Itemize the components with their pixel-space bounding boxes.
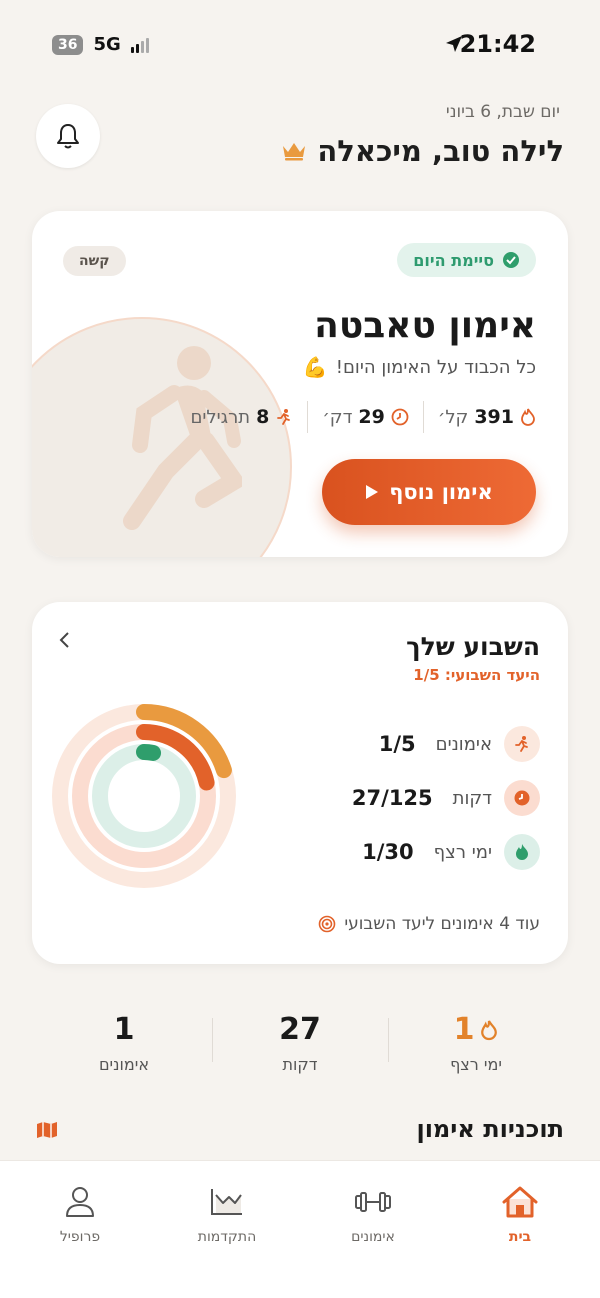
calories-value: 391 bbox=[474, 406, 514, 428]
summary-divider bbox=[388, 1018, 389, 1062]
status-time: 21:42 bbox=[459, 30, 536, 58]
weekly-row-label: דקות bbox=[452, 787, 492, 809]
date-label: יום שבת, 6 ביוני bbox=[445, 102, 560, 122]
summary-streak-value: 1 bbox=[453, 1012, 475, 1047]
home-icon bbox=[502, 1186, 538, 1218]
workout-subtitle-text: כל הכבוד על האימון היום! bbox=[335, 356, 536, 378]
stat-divider bbox=[307, 401, 309, 433]
flame-icon bbox=[481, 1019, 498, 1040]
exercises-stat: 8 תרגילים bbox=[176, 406, 307, 428]
chevron-left-icon[interactable] bbox=[58, 630, 72, 656]
nav-workouts[interactable]: אימונים bbox=[313, 1183, 433, 1245]
training-plans-title: תוכניות אימון bbox=[416, 1115, 564, 1143]
calories-stat: 391 קל׳ bbox=[424, 406, 536, 428]
duration-unit: דק׳ bbox=[322, 406, 353, 428]
today-workout-card: סיימת היום קשה אימון טאבטה כל הכבוד על ה… bbox=[32, 211, 568, 557]
play-icon bbox=[366, 485, 379, 499]
runner-icon bbox=[504, 726, 540, 762]
nav-home[interactable]: בית bbox=[460, 1183, 580, 1245]
clock-icon bbox=[504, 780, 540, 816]
summary-label: דקות bbox=[282, 1055, 318, 1074]
difficulty-badge: קשה bbox=[63, 246, 126, 276]
summary-streak: 1 ימי רצף bbox=[388, 1012, 564, 1074]
ring-track-streak bbox=[92, 744, 196, 848]
weekly-goal: היעד השבועי: 1/5 bbox=[413, 666, 540, 684]
weekly-footer-text: עוד 4 אימונים ליעד השבועי bbox=[344, 914, 540, 934]
flame-icon bbox=[504, 834, 540, 870]
status-bar-left: 36 5G bbox=[52, 34, 149, 55]
weekly-row-label: אימונים bbox=[435, 733, 492, 755]
weekly-row-value: 1/30 bbox=[362, 840, 414, 864]
nav-progress-label: התקדמות bbox=[197, 1229, 257, 1245]
weekly-row-minutes: דקות 27/125 bbox=[352, 780, 540, 816]
runner-illustration-icon bbox=[123, 346, 242, 530]
bell-icon bbox=[57, 124, 79, 149]
stat-divider bbox=[422, 401, 424, 433]
duration-stat: 29 דק׳ bbox=[308, 406, 423, 428]
battery-indicator: 36 bbox=[52, 34, 84, 55]
map-icon[interactable] bbox=[36, 1121, 58, 1139]
nav-home-label: בית bbox=[508, 1229, 532, 1245]
summary-workouts: 1 אימונים bbox=[36, 1012, 212, 1074]
summary-value: 1 bbox=[388, 1012, 564, 1047]
weekly-row-value: 1/5 bbox=[378, 732, 416, 756]
weekly-progress-card: השבוע שלך היעד השבועי: 1/5 אימונים 1/5 ד… bbox=[32, 602, 568, 964]
flexed-bicep-icon: 💪 bbox=[302, 355, 328, 379]
nav-profile[interactable]: פרופיל bbox=[20, 1183, 140, 1245]
summary-label: ימי רצף bbox=[450, 1055, 502, 1074]
weekly-title: השבוע שלך bbox=[406, 632, 540, 661]
crown-icon bbox=[283, 143, 306, 161]
notifications-button[interactable] bbox=[36, 104, 100, 168]
bottom-navigation: בית אימונים התקדמות פרופיל bbox=[0, 1160, 600, 1298]
flame-icon bbox=[521, 408, 535, 426]
summary-value: 27 bbox=[279, 1012, 321, 1047]
weekly-row-streak: ימי רצף 1/30 bbox=[362, 834, 540, 870]
verified-check-icon bbox=[503, 252, 519, 268]
workout-subtitle: כל הכבוד על האימון היום! 💪 bbox=[303, 355, 536, 379]
clock-icon bbox=[391, 408, 409, 426]
another-workout-button[interactable]: אימון נוסף bbox=[322, 459, 536, 525]
exercises-unit: תרגילים bbox=[190, 406, 251, 428]
weekly-row-value: 27/125 bbox=[351, 786, 433, 810]
summary-value: 1 bbox=[113, 1012, 135, 1047]
runner-icon bbox=[277, 409, 291, 425]
dumbbell-icon bbox=[355, 1192, 391, 1212]
duration-value: 29 bbox=[358, 406, 385, 428]
workout-title: אימון טאבטה bbox=[314, 305, 536, 346]
nav-workouts-label: אימונים bbox=[351, 1229, 395, 1245]
signal-icon bbox=[130, 37, 149, 53]
workout-stats: 391 קל׳ 29 דק׳ 8 תרגילים bbox=[176, 401, 536, 433]
greeting-text: לילה טוב, מיכאלה bbox=[317, 134, 564, 168]
chart-trend-icon bbox=[211, 1189, 242, 1215]
activity-rings bbox=[52, 704, 236, 888]
another-workout-label: אימון נוסף bbox=[389, 480, 493, 504]
network-label: 5G bbox=[93, 34, 121, 55]
target-icon bbox=[319, 915, 336, 933]
completed-today-badge: סיימת היום bbox=[397, 243, 536, 277]
exercises-value: 8 bbox=[256, 406, 270, 428]
nav-progress[interactable]: התקדמות bbox=[167, 1183, 287, 1245]
weekly-footer: עוד 4 אימונים ליעד השבועי bbox=[318, 914, 540, 934]
summary-label: אימונים bbox=[98, 1055, 150, 1074]
user-icon bbox=[66, 1187, 94, 1217]
greeting: לילה טוב, מיכאלה bbox=[281, 134, 564, 168]
nav-profile-label: פרופיל bbox=[59, 1229, 101, 1245]
completed-today-label: סיימת היום bbox=[413, 250, 494, 270]
weekly-row-label: ימי רצף bbox=[433, 841, 492, 863]
calories-unit: קל׳ bbox=[437, 406, 469, 428]
summary-divider bbox=[212, 1018, 213, 1062]
summary-minutes: 27 דקות bbox=[212, 1012, 388, 1074]
weekly-row-workouts: אימונים 1/5 bbox=[379, 726, 540, 762]
